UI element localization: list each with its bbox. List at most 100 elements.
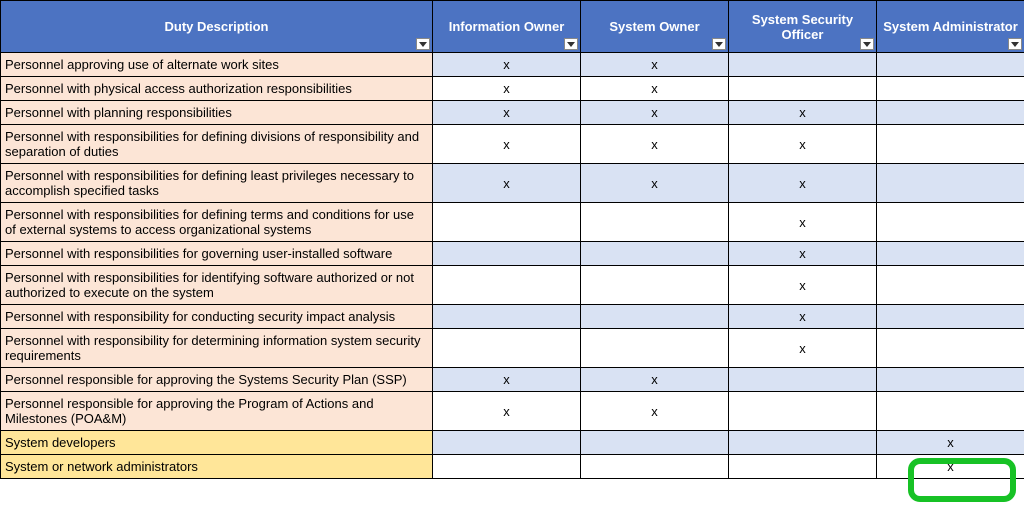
mark-x: x	[503, 105, 510, 120]
header-label: System Owner	[609, 19, 699, 34]
role-mark-cell	[877, 77, 1024, 101]
mark-x: x	[503, 81, 510, 96]
header-label: System Administrator	[883, 19, 1018, 34]
filter-dropdown-icon[interactable]	[712, 38, 726, 50]
role-mark-cell	[581, 455, 729, 479]
role-mark-cell	[433, 266, 581, 305]
table-wrap: Duty Description Information Owner Syste…	[0, 0, 1024, 479]
mark-x: x	[799, 246, 806, 261]
role-mark-cell: x	[433, 125, 581, 164]
role-mark-cell: x	[581, 77, 729, 101]
table-row: Personnel responsible for approving the …	[1, 368, 1024, 392]
mark-x: x	[503, 176, 510, 191]
header-system-security-officer: System Security Officer	[729, 1, 877, 53]
filter-dropdown-icon[interactable]	[564, 38, 578, 50]
duty-description-cell: Personnel with responsibilities for defi…	[1, 125, 433, 164]
table-row: System developersx	[1, 431, 1024, 455]
role-mark-cell	[433, 329, 581, 368]
role-mark-cell	[877, 329, 1024, 368]
table-row: Personnel with responsibility for conduc…	[1, 305, 1024, 329]
mark-x: x	[651, 105, 658, 120]
header-label: Duty Description	[164, 19, 268, 34]
mark-x: x	[651, 81, 658, 96]
mark-x: x	[799, 309, 806, 324]
mark-x: x	[947, 435, 954, 450]
role-mark-cell	[433, 305, 581, 329]
role-mark-cell	[433, 455, 581, 479]
role-mark-cell	[729, 53, 877, 77]
role-mark-cell: x	[729, 125, 877, 164]
role-mark-cell: x	[729, 101, 877, 125]
mark-x: x	[799, 341, 806, 356]
mark-x: x	[503, 57, 510, 72]
role-mark-cell	[877, 203, 1024, 242]
table-row: Personnel with planning responsibilities…	[1, 101, 1024, 125]
mark-x: x	[651, 372, 658, 387]
role-mark-cell	[877, 164, 1024, 203]
mark-x: x	[651, 137, 658, 152]
mark-x: x	[651, 176, 658, 191]
duty-description-cell: Personnel approving use of alternate wor…	[1, 53, 433, 77]
role-mark-cell: x	[433, 53, 581, 77]
header-label: System Security Officer	[752, 12, 853, 42]
role-mark-cell	[729, 431, 877, 455]
header-row: Duty Description Information Owner Syste…	[1, 1, 1024, 53]
header-system-owner: System Owner	[581, 1, 729, 53]
duty-description-cell: Personnel with responsibility for conduc…	[1, 305, 433, 329]
role-mark-cell: x	[877, 455, 1024, 479]
table-row: Personnel with physical access authoriza…	[1, 77, 1024, 101]
role-mark-cell: x	[729, 242, 877, 266]
filter-dropdown-icon[interactable]	[416, 38, 430, 50]
header-label: Information Owner	[449, 19, 565, 34]
role-mark-cell: x	[729, 266, 877, 305]
role-mark-cell: x	[729, 329, 877, 368]
duty-description-cell: Personnel with planning responsibilities	[1, 101, 433, 125]
mark-x: x	[799, 278, 806, 293]
role-mark-cell	[877, 53, 1024, 77]
mark-x: x	[503, 372, 510, 387]
role-mark-cell: x	[581, 101, 729, 125]
role-mark-cell: x	[729, 164, 877, 203]
table-row: Personnel with responsibility for determ…	[1, 329, 1024, 368]
role-mark-cell	[433, 242, 581, 266]
header-system-administrator: System Administrator	[877, 1, 1024, 53]
duty-description-cell: Personnel with physical access authoriza…	[1, 77, 433, 101]
table-row: Personnel with responsibilities for defi…	[1, 203, 1024, 242]
role-mark-cell: x	[581, 125, 729, 164]
duty-description-cell: Personnel with responsibilities for defi…	[1, 164, 433, 203]
role-mark-cell	[433, 431, 581, 455]
role-mark-cell: x	[877, 431, 1024, 455]
role-mark-cell	[581, 305, 729, 329]
mark-x: x	[799, 105, 806, 120]
mark-x: x	[503, 404, 510, 419]
role-mark-cell	[877, 101, 1024, 125]
role-mark-cell	[581, 431, 729, 455]
duty-description-cell: Personnel with responsibilities for iden…	[1, 266, 433, 305]
role-mark-cell	[581, 266, 729, 305]
filter-dropdown-icon[interactable]	[1008, 38, 1022, 50]
mark-x: x	[503, 137, 510, 152]
table-row: Personnel with responsibilities for defi…	[1, 164, 1024, 203]
duty-description-cell: Personnel responsible for approving the …	[1, 368, 433, 392]
role-mark-cell	[877, 242, 1024, 266]
role-mark-cell: x	[433, 77, 581, 101]
mark-x: x	[799, 176, 806, 191]
role-mark-cell: x	[581, 368, 729, 392]
role-mark-cell: x	[581, 392, 729, 431]
header-information-owner: Information Owner	[433, 1, 581, 53]
table-row: Personnel with responsibilities for gove…	[1, 242, 1024, 266]
table-row: System or network administratorsx	[1, 455, 1024, 479]
role-mark-cell: x	[581, 53, 729, 77]
table-row: Personnel responsible for approving the …	[1, 392, 1024, 431]
duty-description-cell: Personnel with responsibility for determ…	[1, 329, 433, 368]
role-mark-cell	[729, 77, 877, 101]
filter-dropdown-icon[interactable]	[860, 38, 874, 50]
table-row: Personnel with responsibilities for iden…	[1, 266, 1024, 305]
mark-x: x	[651, 404, 658, 419]
role-mark-cell: x	[433, 368, 581, 392]
role-mark-cell	[729, 368, 877, 392]
mark-x: x	[651, 57, 658, 72]
duty-description-cell: Personnel responsible for approving the …	[1, 392, 433, 431]
role-mark-cell: x	[433, 101, 581, 125]
role-mark-cell	[877, 368, 1024, 392]
